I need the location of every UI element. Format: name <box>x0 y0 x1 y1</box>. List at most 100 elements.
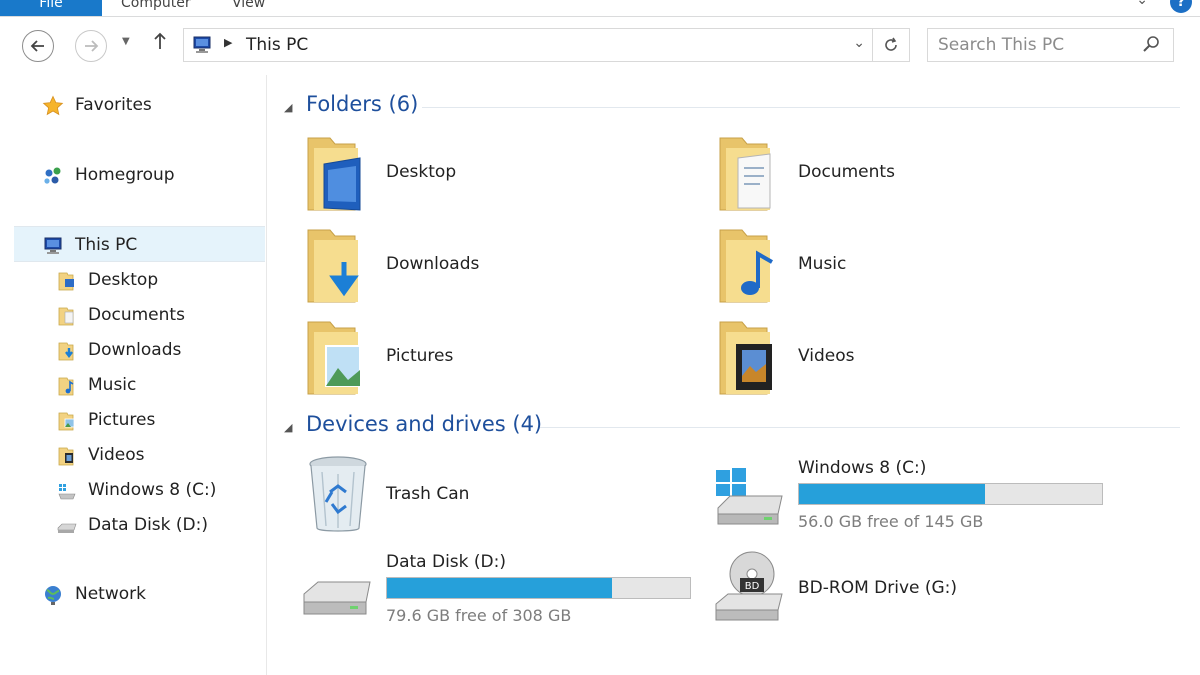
system-drive-icon <box>716 468 783 525</box>
nav-label: Desktop <box>88 270 159 290</box>
refresh-button[interactable] <box>872 29 909 61</box>
search-input[interactable] <box>938 34 1128 56</box>
forward-button[interactable] <box>75 30 107 62</box>
nav-label: This PC <box>75 235 138 255</box>
videos-folder-icon <box>58 447 74 466</box>
devices-group-header[interactable]: ◢ Devices and drives (4) <box>284 412 1180 442</box>
drive-usage-fill <box>387 578 612 598</box>
homegroup-icon <box>44 167 61 184</box>
nav-item-windows-c[interactable]: Windows 8 (C:) <box>0 472 266 506</box>
hard-drive-icon <box>57 523 77 533</box>
nav-label: Favorites <box>75 95 152 115</box>
address-bar[interactable]: ▶ This PC ⌄ <box>183 28 910 62</box>
hard-drive-icon <box>303 581 371 615</box>
nav-item-favorites[interactable]: Favorites <box>0 87 266 121</box>
ribbon-tabs: File Computer View ⌄ ? <box>0 0 1200 17</box>
forward-arrow-icon <box>85 40 99 52</box>
drive-usage-bar <box>798 483 1103 505</box>
nav-item-documents[interactable]: Documents <box>0 297 266 331</box>
folder-name: Downloads <box>386 254 480 274</box>
folder-tile-downloads[interactable]: Downloads <box>302 222 702 308</box>
folders-group-header[interactable]: ◢ Folders (6) <box>284 92 1180 122</box>
back-arrow-icon <box>30 40 44 52</box>
back-button[interactable] <box>22 30 54 62</box>
nav-item-homegroup[interactable]: Homegroup <box>0 157 266 191</box>
ribbon-expand-chevron-icon[interactable]: ⌄ <box>1136 0 1148 8</box>
group-title: Folders (6) <box>306 92 419 116</box>
folder-tile-music[interactable]: Music <box>714 222 1114 308</box>
nav-label: Windows 8 (C:) <box>88 480 217 500</box>
drive-usage-bar <box>386 577 691 599</box>
nav-item-videos[interactable]: Videos <box>0 437 266 471</box>
folder-tile-pictures[interactable]: Pictures <box>302 314 702 400</box>
nav-label: Videos <box>88 445 145 465</box>
folder-name: Videos <box>798 346 855 366</box>
computer-icon <box>44 237 62 254</box>
folder-tile-desktop[interactable]: Desktop <box>302 130 702 216</box>
drive-name: BD-ROM Drive (G:) <box>798 578 958 598</box>
group-title: Devices and drives (4) <box>306 412 543 436</box>
address-history-chevron-icon[interactable]: ⌄ <box>853 35 865 51</box>
downloads-folder-icon <box>307 229 359 303</box>
downloads-folder-icon <box>58 342 74 361</box>
folder-name: Music <box>798 254 847 274</box>
desktop-folder-icon <box>58 272 74 291</box>
drive-name: Trash Can <box>386 484 470 504</box>
recycle-bin-icon <box>309 456 367 532</box>
videos-folder-icon <box>719 321 772 395</box>
navigation-bar: ▼ ▶ This PC ⌄ <box>0 17 1200 75</box>
folder-tile-documents[interactable]: Documents <box>714 130 1114 216</box>
nav-label: Music <box>88 375 137 395</box>
nav-item-downloads[interactable]: Downloads <box>0 332 266 366</box>
nav-item-music[interactable]: Music <box>0 367 266 401</box>
tab-computer[interactable]: Computer <box>121 0 191 16</box>
tab-view[interactable]: View <box>232 0 265 16</box>
svg-text:BD: BD <box>745 581 760 592</box>
collapse-triangle-icon[interactable]: ◢ <box>284 421 292 434</box>
breadcrumb-separator-icon[interactable]: ▶ <box>224 36 232 49</box>
nav-item-desktop[interactable]: Desktop <box>0 262 266 296</box>
up-arrow-icon <box>154 32 166 49</box>
group-divider <box>422 107 1180 108</box>
nav-item-data-disk-d[interactable]: Data Disk (D:) <box>0 507 266 541</box>
refresh-icon <box>885 37 897 51</box>
nav-label: Downloads <box>88 340 182 360</box>
system-drive-icon <box>58 484 76 500</box>
drive-tile-bd-rom-g[interactable]: BD BD-ROM Drive (G:) <box>714 548 1114 634</box>
pictures-folder-icon <box>58 412 75 431</box>
documents-folder-icon <box>58 307 74 326</box>
bd-rom-drive-icon: BD <box>715 551 783 621</box>
drive-name: Windows 8 (C:) <box>798 458 927 478</box>
folder-name: Pictures <box>386 346 454 366</box>
drive-tile-trash-can[interactable]: Trash Can <box>302 452 702 538</box>
documents-folder-icon <box>719 137 771 211</box>
network-globe-icon <box>45 586 61 605</box>
search-box[interactable] <box>927 28 1174 62</box>
nav-item-pictures[interactable]: Pictures <box>0 402 266 436</box>
search-icon[interactable] <box>1141 34 1161 54</box>
nav-item-network[interactable]: Network <box>0 576 266 610</box>
nav-label: Documents <box>88 305 185 325</box>
nav-item-this-pc[interactable]: This PC <box>14 226 265 262</box>
up-button[interactable] <box>152 31 168 56</box>
music-folder-icon <box>58 377 74 396</box>
group-divider <box>540 427 1180 428</box>
star-icon <box>42 95 64 116</box>
nav-label: Pictures <box>88 410 156 430</box>
pictures-folder-icon <box>307 321 361 395</box>
help-icon[interactable]: ? <box>1170 0 1192 13</box>
recent-locations-dropdown-icon[interactable]: ▼ <box>122 36 130 47</box>
desktop-folder-icon <box>307 137 361 211</box>
drive-tile-windows-c[interactable]: Windows 8 (C:) 56.0 GB free of 145 GB <box>714 452 1114 538</box>
music-folder-icon <box>719 229 773 303</box>
drive-tile-data-disk-d[interactable]: Data Disk (D:) 79.6 GB free of 308 GB <box>302 548 702 634</box>
drive-name: Data Disk (D:) <box>386 552 506 572</box>
drive-free-space: 56.0 GB free of 145 GB <box>798 512 984 531</box>
tab-file[interactable]: File <box>0 0 102 16</box>
nav-label: Homegroup <box>75 165 175 185</box>
address-path[interactable]: This PC <box>246 35 308 55</box>
collapse-triangle-icon[interactable]: ◢ <box>284 101 292 114</box>
folder-tile-videos[interactable]: Videos <box>714 314 1114 400</box>
folder-name: Documents <box>798 162 895 182</box>
computer-icon <box>193 36 211 53</box>
